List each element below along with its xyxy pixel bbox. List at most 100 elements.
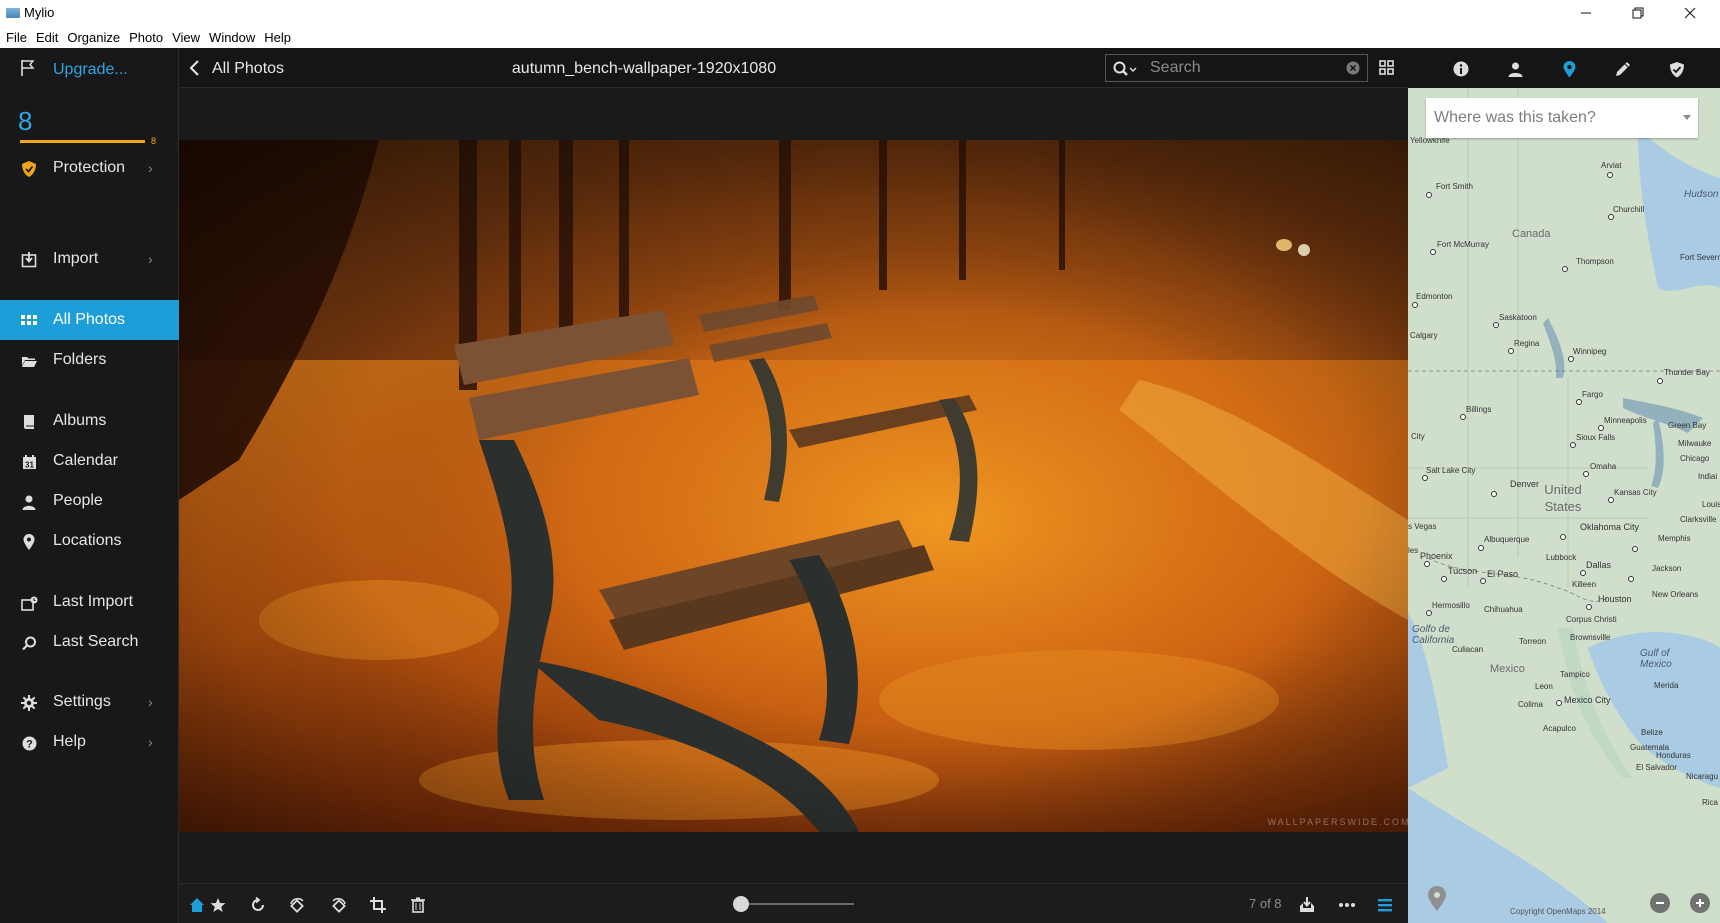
sidebar-item-protection[interactable]: Protection › bbox=[0, 148, 179, 188]
list-menu-icon[interactable] bbox=[1375, 895, 1395, 915]
rotate-icon[interactable] bbox=[248, 895, 268, 915]
map-label: Leon bbox=[1535, 682, 1553, 691]
map-label: Mexico bbox=[1490, 663, 1525, 675]
map-marker bbox=[1478, 545, 1484, 551]
grid-view-icon[interactable] bbox=[1379, 60, 1394, 75]
viewer-header: All Photos autumn_bench-wallpaper-1920x1… bbox=[179, 48, 1408, 88]
map-label: Tampico bbox=[1560, 670, 1590, 679]
chevron-right-icon: › bbox=[148, 734, 153, 750]
sidebar-item-settings[interactable]: Settings › bbox=[0, 682, 179, 722]
menu-bar: File Edit Organize Photo View Window Hel… bbox=[0, 26, 1720, 48]
map-label: Regina bbox=[1514, 339, 1540, 348]
close-icon bbox=[1684, 7, 1696, 19]
map-label: Fort Severn bbox=[1680, 253, 1720, 262]
more-icon[interactable] bbox=[1337, 895, 1357, 915]
map-label: Tucson bbox=[1448, 566, 1478, 576]
map-label: Golfo de California bbox=[1412, 624, 1455, 646]
sidebar: Upgrade... 8 8 Protection › Import › All… bbox=[0, 48, 179, 923]
map-marker bbox=[1422, 475, 1428, 481]
map-label: Colima bbox=[1518, 700, 1543, 709]
map-label: Clarksville bbox=[1680, 515, 1717, 524]
download-icon[interactable] bbox=[1297, 895, 1317, 915]
map-marker bbox=[1570, 442, 1576, 448]
back-link[interactable]: All Photos bbox=[212, 60, 284, 78]
sidebar-item-label: Help bbox=[53, 733, 86, 750]
shield-icon[interactable] bbox=[1666, 58, 1688, 80]
zoom-slider-knob[interactable] bbox=[733, 896, 749, 912]
star-icon[interactable] bbox=[208, 895, 228, 915]
map-label: Chihuahua bbox=[1484, 605, 1523, 614]
chevron-right-icon: › bbox=[148, 251, 153, 267]
sidebar-item-label: All Photos bbox=[53, 311, 126, 328]
map-label: Belize bbox=[1641, 728, 1663, 737]
person-icon[interactable] bbox=[1504, 58, 1526, 80]
minimize-button[interactable] bbox=[1560, 0, 1612, 26]
sidebar-item-last-import[interactable]: Last Import bbox=[0, 582, 179, 622]
chevron-right-icon: › bbox=[148, 160, 153, 176]
map-label: City bbox=[1411, 432, 1425, 441]
search-icon[interactable] bbox=[1112, 60, 1138, 78]
location-placeholder: Where was this taken? bbox=[1434, 109, 1596, 126]
sidebar-item-calendar[interactable]: 31 Calendar bbox=[0, 441, 179, 481]
zoom-in-icon[interactable] bbox=[1690, 893, 1710, 913]
rotate-right-icon[interactable] bbox=[328, 895, 348, 915]
photo-count: 8 bbox=[18, 106, 33, 136]
sidebar-item-last-search[interactable]: Last Search bbox=[0, 622, 179, 662]
sidebar-item-folders[interactable]: Folders bbox=[0, 340, 179, 380]
menu-help[interactable]: Help bbox=[264, 30, 291, 45]
sidebar-item-import[interactable]: Import › bbox=[0, 239, 179, 279]
sidebar-item-people[interactable]: People bbox=[0, 481, 179, 521]
location-map[interactable]: Yellowknife Arviat Fort Smith Churchill … bbox=[1408, 88, 1720, 923]
sidebar-item-all-photos[interactable]: All Photos bbox=[0, 300, 179, 340]
search-box[interactable] bbox=[1105, 54, 1368, 82]
info-icon[interactable] bbox=[1450, 58, 1472, 80]
menu-photo[interactable]: Photo bbox=[129, 30, 163, 45]
rotate-left-icon[interactable] bbox=[288, 895, 308, 915]
sidebar-item-locations[interactable]: Locations bbox=[0, 521, 179, 561]
map-label: Churchill bbox=[1613, 205, 1645, 214]
map-pin-drop-icon[interactable] bbox=[1424, 886, 1450, 912]
progress-count: 8 bbox=[151, 136, 157, 146]
restore-button[interactable] bbox=[1612, 0, 1664, 26]
map-label: El Paso bbox=[1487, 569, 1519, 579]
sidebar-item-label: Locations bbox=[53, 532, 122, 549]
sidebar-item-label: Settings bbox=[53, 693, 111, 710]
sidebar-item-albums[interactable]: Albums bbox=[0, 401, 179, 441]
clear-search-icon[interactable] bbox=[1346, 61, 1360, 75]
crop-icon[interactable] bbox=[368, 895, 388, 915]
map-marker bbox=[1580, 570, 1586, 576]
sidebar-item-label: Last Import bbox=[53, 593, 134, 610]
search-input[interactable] bbox=[1150, 58, 1340, 78]
upgrade-link[interactable]: Upgrade... bbox=[0, 48, 179, 92]
close-button[interactable] bbox=[1664, 0, 1716, 26]
map-label: Saskatoon bbox=[1499, 313, 1537, 322]
map-label: Fargo bbox=[1582, 390, 1603, 399]
map-marker bbox=[1430, 249, 1436, 255]
pencil-icon[interactable] bbox=[1612, 58, 1634, 80]
map-marker bbox=[1657, 378, 1663, 384]
map-label: Phoenix bbox=[1420, 551, 1453, 561]
menu-organize[interactable]: Organize bbox=[67, 30, 120, 45]
map-marker bbox=[1560, 534, 1566, 540]
grid-icon bbox=[20, 312, 38, 330]
autumn-bench-photo[interactable]: WALLPAPERSWIDE.COM bbox=[179, 140, 1408, 832]
menu-window[interactable]: Window bbox=[209, 30, 255, 45]
map-marker bbox=[1562, 266, 1568, 272]
pin-icon[interactable] bbox=[1558, 58, 1580, 80]
menu-view[interactable]: View bbox=[172, 30, 200, 45]
map-marker bbox=[1598, 425, 1604, 431]
last-import-icon bbox=[20, 594, 38, 612]
sidebar-item-help[interactable]: ? Help › bbox=[0, 722, 179, 762]
map-marker bbox=[1460, 414, 1466, 420]
sidebar-item-label: People bbox=[53, 492, 103, 509]
trash-icon[interactable] bbox=[408, 895, 428, 915]
menu-edit[interactable]: Edit bbox=[36, 30, 58, 45]
location-dropdown[interactable]: Where was this taken? bbox=[1426, 98, 1698, 138]
map-label: Hermosillo bbox=[1432, 601, 1470, 610]
menu-file[interactable]: File bbox=[6, 30, 27, 45]
home-icon[interactable] bbox=[187, 895, 207, 915]
back-chevron-icon[interactable] bbox=[189, 59, 201, 77]
photo-viewer: WALLPAPERSWIDE.COM bbox=[179, 88, 1408, 883]
zoom-slider-track[interactable] bbox=[746, 903, 854, 905]
zoom-out-icon[interactable] bbox=[1650, 893, 1670, 913]
